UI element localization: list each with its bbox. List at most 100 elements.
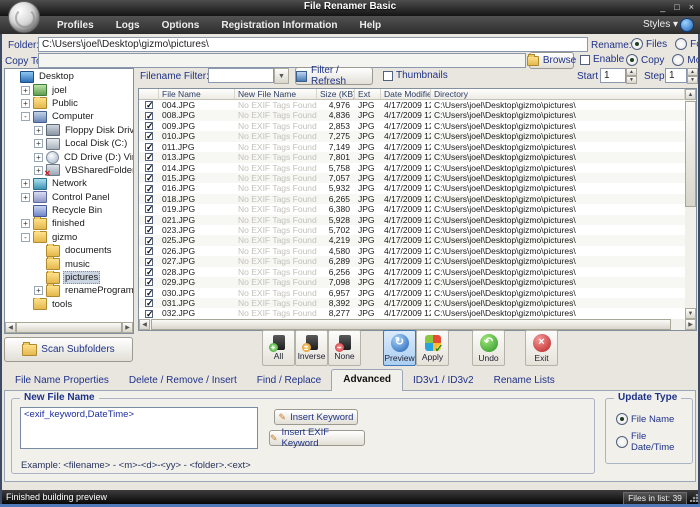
row-checkbox[interactable] <box>139 267 159 277</box>
copy-mode-radio-move[interactable] <box>672 54 684 66</box>
table-row[interactable]: 027.JPGNo EXIF Tags Found6,289JPG4/17/20… <box>139 256 685 266</box>
rename-radio-files[interactable] <box>631 38 643 50</box>
exit-button[interactable]: ×Exit <box>525 330 558 366</box>
tree-expander-icon[interactable]: + <box>21 86 30 95</box>
insert-keyword-button[interactable]: ✎ Insert Keyword <box>274 409 358 425</box>
table-scroll-down-icon[interactable]: ▼ <box>685 308 696 319</box>
tree-item-network[interactable]: +Network <box>5 177 133 190</box>
table-row[interactable]: 019.JPGNo EXIF Tags Found6,380JPG4/17/20… <box>139 204 685 214</box>
enable-checkbox-box[interactable] <box>580 55 590 65</box>
row-checkbox[interactable] <box>139 100 159 110</box>
table-row[interactable]: 011.JPGNo EXIF Tags Found7,149JPG4/17/20… <box>139 142 685 152</box>
table-row[interactable]: 009.JPGNo EXIF Tags Found2,853JPG4/17/20… <box>139 121 685 131</box>
tree-item-music[interactable]: music <box>5 257 133 270</box>
row-checkbox[interactable] <box>139 194 159 204</box>
row-checkbox-box[interactable] <box>145 258 153 266</box>
tree-expander-icon[interactable]: + <box>34 139 43 148</box>
table-scroll-left-icon[interactable]: ◀ <box>139 319 150 330</box>
table-row[interactable]: 013.JPGNo EXIF Tags Found7,801JPG4/17/20… <box>139 152 685 162</box>
tree-item-desktop[interactable]: Desktop <box>5 70 133 83</box>
globe-icon[interactable] <box>680 18 694 32</box>
tab-rename-lists[interactable]: Rename Lists <box>484 372 565 390</box>
thumbnails-checkbox[interactable]: Thumbnails <box>383 70 448 81</box>
scan-subfolders-button[interactable]: Scan Subfolders <box>4 337 133 362</box>
row-checkbox[interactable] <box>139 152 159 162</box>
rename-radio-folders[interactable] <box>675 38 687 50</box>
column-header-checkbox[interactable] <box>139 89 159 100</box>
tree-item-public[interactable]: +Public <box>5 97 133 110</box>
tree-item-floppy-disk-drive-a[interactable]: +Floppy Disk Drive (A:) <box>5 124 133 137</box>
tree-expander-icon[interactable]: + <box>34 153 43 162</box>
tree-expander-icon[interactable]: + <box>34 166 43 175</box>
row-checkbox-box[interactable] <box>145 289 153 297</box>
table-hscrollbar[interactable]: ◀ ▶ <box>139 319 696 330</box>
update-type-radio-file-date-time[interactable] <box>616 436 628 448</box>
filename-filter-input[interactable] <box>208 68 274 83</box>
tree-expander-icon[interactable]: - <box>21 233 30 242</box>
row-checkbox-box[interactable] <box>145 143 153 151</box>
menu-item-options[interactable]: Options <box>151 20 211 31</box>
tree-scroll-left-icon[interactable]: ◀ <box>5 322 16 333</box>
row-checkbox-box[interactable] <box>145 268 153 276</box>
table-hscroll-thumb[interactable] <box>151 319 671 330</box>
step-input[interactable] <box>665 68 687 83</box>
row-checkbox-box[interactable] <box>145 237 153 245</box>
table-row[interactable]: 032.JPGNo EXIF Tags Found8,277JPG4/17/20… <box>139 308 685 318</box>
apply-button[interactable]: Apply <box>416 330 449 366</box>
table-row[interactable]: 010.JPGNo EXIF Tags Found7,275JPG4/17/20… <box>139 131 685 141</box>
row-checkbox-box[interactable] <box>145 122 153 130</box>
copy-mode-copy[interactable]: Copy <box>626 54 664 66</box>
tree-expander-icon[interactable]: + <box>21 219 30 228</box>
column-header-directory[interactable]: Directory <box>431 89 685 100</box>
tree-item-computer[interactable]: -Computer <box>5 110 133 123</box>
row-checkbox[interactable] <box>139 163 159 173</box>
table-row[interactable]: 029.JPGNo EXIF Tags Found7,098JPG4/17/20… <box>139 277 685 287</box>
tree-item-joel[interactable]: +joel <box>5 83 133 96</box>
row-checkbox[interactable] <box>139 256 159 266</box>
start-spinner[interactable]: ▲▼ <box>626 68 637 84</box>
undo-button[interactable]: ↶Undo <box>472 330 505 366</box>
menu-item-help[interactable]: Help <box>348 20 392 31</box>
tree-scroll-thumb[interactable] <box>16 322 122 333</box>
row-checkbox[interactable] <box>139 235 159 245</box>
row-checkbox-box[interactable] <box>145 153 153 161</box>
table-vscroll-thumb[interactable] <box>685 101 696 207</box>
row-checkbox-box[interactable] <box>145 226 153 234</box>
tree-expander-icon[interactable]: + <box>21 179 30 188</box>
browse-button[interactable]: Browse <box>529 52 574 69</box>
row-checkbox[interactable] <box>139 173 159 183</box>
copy-mode-radio-copy[interactable] <box>626 54 638 66</box>
table-row[interactable]: 026.JPGNo EXIF Tags Found4,580JPG4/17/20… <box>139 246 685 256</box>
table-row[interactable]: 016.JPGNo EXIF Tags Found5,932JPG4/17/20… <box>139 183 685 193</box>
tree-item-pictures[interactable]: pictures <box>5 271 133 284</box>
row-checkbox-box[interactable] <box>145 195 153 203</box>
tree-expander-icon[interactable]: + <box>21 193 30 202</box>
row-checkbox-box[interactable] <box>145 112 153 120</box>
row-checkbox[interactable] <box>139 110 159 120</box>
maximize-button[interactable]: □ <box>674 1 679 14</box>
row-checkbox[interactable] <box>139 298 159 308</box>
tab-id3v1-id3v2[interactable]: ID3v1 / ID3v2 <box>403 372 484 390</box>
table-row[interactable]: 015.JPGNo EXIF Tags Found7,057JPG4/17/20… <box>139 173 685 183</box>
update-type-file-name[interactable]: File Name <box>616 413 674 425</box>
new-file-name-textarea[interactable]: <exif_keyword,DateTime> <box>20 407 258 449</box>
table-scroll-up-icon[interactable]: ▲ <box>685 89 696 100</box>
enable-checkbox[interactable]: Enable <box>580 54 624 65</box>
filter-refresh-button[interactable]: Filter / Refresh <box>295 67 373 85</box>
table-row[interactable]: 028.JPGNo EXIF Tags Found6,256JPG4/17/20… <box>139 267 685 277</box>
preview-button[interactable]: ↻Preview <box>383 330 416 366</box>
tree-item-cd-drive-d-virtualbox-guest[interactable]: +CD Drive (D:) VirtualBox Guest <box>5 150 133 163</box>
row-checkbox[interactable] <box>139 204 159 214</box>
tree-expander-icon[interactable]: + <box>34 126 43 135</box>
column-header-file-name[interactable]: File Name <box>159 89 235 100</box>
row-checkbox-box[interactable] <box>145 205 153 213</box>
tree-item-renameprograms[interactable]: +renamePrograms <box>5 284 133 297</box>
row-checkbox[interactable] <box>139 288 159 298</box>
table-row[interactable]: 030.JPGNo EXIF Tags Found6,957JPG4/17/20… <box>139 288 685 298</box>
row-checkbox-box[interactable] <box>145 132 153 140</box>
row-checkbox-box[interactable] <box>145 278 153 286</box>
copy-mode-move[interactable]: Move <box>672 54 700 66</box>
folder-input[interactable] <box>38 37 588 52</box>
tree-item-vbsharedfolder-vboxsvr-z[interactable]: +VBSharedFolder (\\vboxsvr) (Z <box>5 164 133 177</box>
filter-dropdown-button[interactable]: ▼ <box>274 68 289 84</box>
